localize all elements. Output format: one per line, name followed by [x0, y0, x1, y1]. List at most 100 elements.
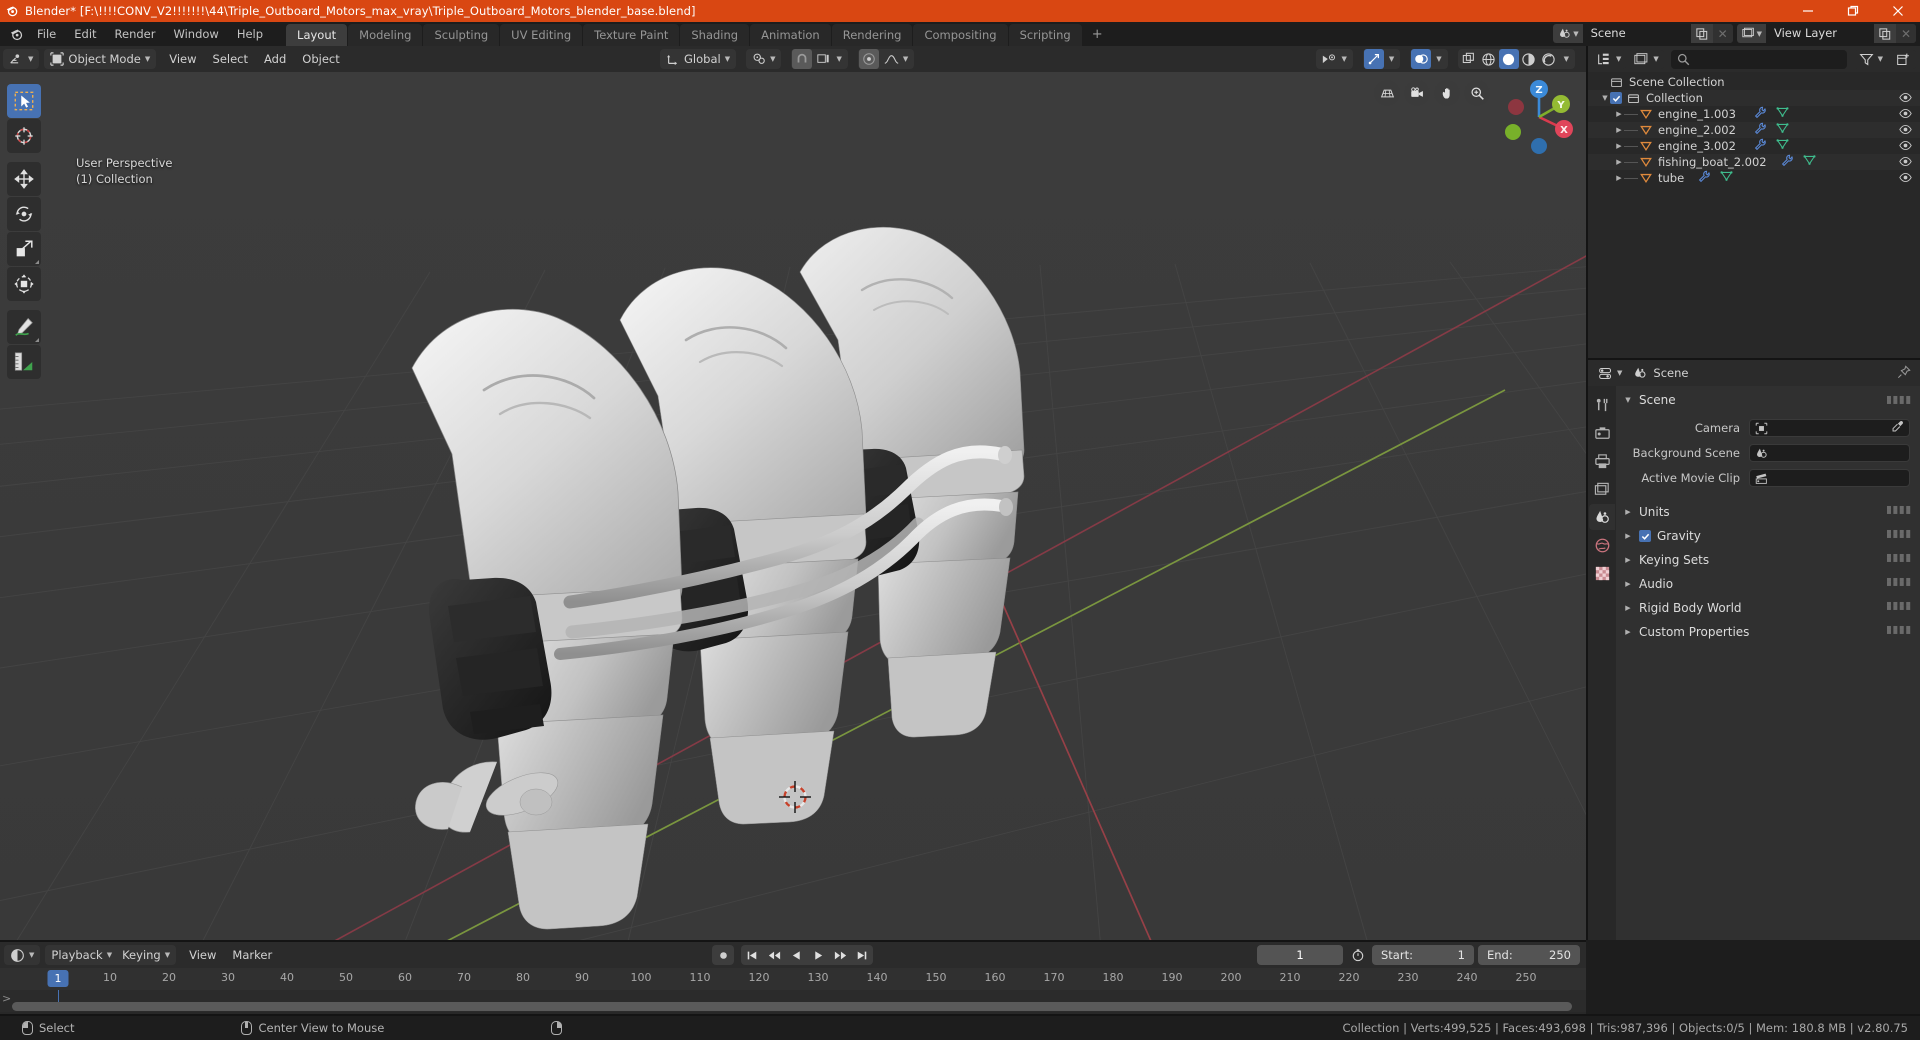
start-frame-field[interactable]: Start: 1	[1372, 945, 1474, 965]
panel-drag-dots[interactable]: ▪▪▪▪ ▪▪▪▪	[1886, 394, 1912, 406]
chevron-right-icon[interactable]: ▶	[1623, 628, 1633, 636]
play-reverse-button[interactable]	[785, 945, 807, 965]
collection-visibility-eye-icon[interactable]	[1899, 91, 1912, 107]
tab-modeling[interactable]: Modeling	[348, 24, 423, 46]
object-visibility-eye-icon[interactable]	[1899, 123, 1912, 139]
shading-dropdown[interactable]: ▼	[1559, 50, 1574, 69]
tool-tab[interactable]	[1589, 392, 1615, 418]
view-layer-tab[interactable]	[1589, 476, 1615, 502]
active-movie-clip-field[interactable]	[1749, 469, 1910, 487]
panel-drag-dots[interactable]: ▪▪▪▪ ▪▪▪▪	[1886, 528, 1912, 540]
timeline-editor-type-selector[interactable]: ▼	[4, 945, 41, 965]
object-visibility-eye-icon[interactable]	[1899, 107, 1912, 123]
chevron-right-icon[interactable]: ▶	[1623, 580, 1633, 588]
overlays-toggle-icon[interactable]	[1411, 49, 1432, 69]
modifier-wrench-icon[interactable]	[1781, 154, 1794, 170]
viewport-menu-view[interactable]: View	[161, 49, 204, 69]
minimize-button[interactable]	[1785, 0, 1830, 22]
timeline-menu-playback[interactable]: Playback ▼	[46, 946, 117, 965]
menu-help[interactable]: Help	[228, 24, 272, 44]
timeline-editor-type-icon[interactable]: ▼	[5, 946, 39, 965]
chevron-down-icon[interactable]: ▼	[1623, 396, 1633, 404]
timeline-menu-keying[interactable]: Keying ▼	[117, 946, 175, 965]
background-scene-field[interactable]	[1749, 444, 1910, 462]
add-workspace-button[interactable]: +	[1083, 24, 1112, 46]
tab-compositing[interactable]: Compositing	[913, 24, 1008, 46]
modifier-wrench-icon[interactable]	[1754, 106, 1767, 122]
new-view-layer-button[interactable]	[1874, 24, 1896, 43]
proportional-edit-icon[interactable]	[858, 49, 879, 69]
maximize-button[interactable]	[1830, 0, 1875, 22]
menu-edit[interactable]: Edit	[65, 24, 105, 44]
outliner-editor-type-icon[interactable]: ▼	[1592, 49, 1627, 69]
tab-animation[interactable]: Animation	[750, 24, 831, 46]
tab-rendering[interactable]: Rendering	[831, 24, 913, 46]
measure-tool[interactable]	[7, 345, 41, 379]
rendered-shading-icon[interactable]	[1539, 49, 1559, 69]
panel-drag-dots[interactable]: ▪▪▪▪ ▪▪▪▪	[1886, 552, 1912, 564]
jump-to-end-button[interactable]	[851, 945, 873, 965]
mesh-data-icon[interactable]	[1776, 138, 1789, 154]
use-preview-range-icon[interactable]	[1347, 945, 1369, 965]
tab-uv-editing[interactable]: UV Editing	[500, 24, 583, 46]
render-tab[interactable]	[1589, 420, 1615, 446]
modifier-wrench-icon[interactable]	[1754, 138, 1767, 154]
proportional-edit-group[interactable]: ▼	[857, 49, 915, 69]
chevron-right-icon[interactable]: ▶	[1623, 556, 1633, 564]
camera-view-icon[interactable]	[1404, 80, 1430, 106]
eyedropper-icon[interactable]	[1891, 420, 1904, 436]
tab-scripting[interactable]: Scripting	[1008, 24, 1082, 46]
material-preview-shading-icon[interactable]	[1519, 49, 1539, 69]
chevron-right-icon[interactable]: ▶	[1623, 604, 1633, 612]
outliner-row-collection[interactable]: ▼ Collection	[1588, 90, 1920, 106]
auto-keying-button[interactable]	[712, 945, 734, 965]
tab-shading[interactable]: Shading	[680, 24, 750, 46]
mesh-data-icon[interactable]	[1720, 170, 1733, 186]
shading-group[interactable]: ▼	[1457, 49, 1575, 69]
gizmo-dropdown[interactable]: ▼	[1384, 50, 1399, 69]
overlays-dropdown[interactable]: ▼	[1431, 50, 1446, 69]
menu-file[interactable]: File	[28, 24, 65, 44]
timeline-ruler[interactable]: 1 10 20 30 40 50 60 70 80 90 100 110 120…	[0, 968, 1586, 990]
outliner-row-engine-2[interactable]: ▶ engine_2.002	[1588, 122, 1920, 138]
expand-arrow[interactable]: ▶	[1614, 126, 1624, 134]
cursor-tool[interactable]	[7, 119, 41, 153]
tab-sculpting[interactable]: Sculpting	[423, 24, 500, 46]
rigid-body-world-panel-header[interactable]: ▶ Rigid Body World ▪▪▪▪ ▪▪▪▪	[1616, 596, 1920, 620]
outliner-row-engine-1[interactable]: ▶ engine_1.003	[1588, 106, 1920, 122]
scene-icon[interactable]: ▼	[1553, 24, 1583, 43]
jump-to-start-button[interactable]	[741, 945, 763, 965]
navigation-gizmo[interactable]: Z X Y	[1500, 78, 1578, 156]
horizontal-splitter-bottom[interactable]	[0, 940, 1586, 942]
wireframe-shading-icon[interactable]	[1479, 49, 1499, 69]
move-tool[interactable]	[7, 162, 41, 196]
editor-type-icon[interactable]: ▼	[4, 50, 38, 69]
snap-target-dropdown[interactable]: ▼	[812, 50, 846, 69]
snapping-group[interactable]: ▼	[746, 49, 782, 69]
outliner-row-engine-3[interactable]: ▶ engine_3.002	[1588, 138, 1920, 154]
toggle-camera-perspective-icon[interactable]	[1374, 80, 1400, 106]
overlays-group[interactable]: ▼	[1410, 49, 1448, 69]
timeline-expand-arrow[interactable]: >	[2, 992, 11, 1005]
gizmo-toggle-icon[interactable]	[1363, 49, 1384, 69]
solid-shading-icon[interactable]	[1498, 49, 1519, 69]
next-keyframe-button[interactable]	[829, 945, 851, 965]
transform-orientation-selector[interactable]: Global ▼	[660, 49, 737, 69]
playback-menu-group[interactable]: Playback ▼ Keying ▼	[45, 945, 177, 965]
playhead-frame-label[interactable]: 1	[47, 970, 69, 987]
mesh-data-icon[interactable]	[1776, 106, 1789, 122]
end-frame-field[interactable]: End: 250	[1478, 945, 1580, 965]
pivot-point-icon[interactable]: ▼	[747, 50, 780, 69]
collection-checkbox[interactable]	[1610, 92, 1622, 104]
units-panel-header[interactable]: ▶ Units ▪▪▪▪ ▪▪▪▪	[1616, 500, 1920, 524]
gravity-checkbox[interactable]	[1639, 530, 1651, 542]
world-tab[interactable]	[1589, 532, 1615, 558]
output-tab[interactable]	[1589, 448, 1615, 474]
outliner-new-collection-icon[interactable]	[1891, 49, 1916, 69]
outliner-row-scene-collection[interactable]: Scene Collection	[1588, 74, 1920, 90]
previous-keyframe-button[interactable]	[763, 945, 785, 965]
vertical-splitter[interactable]	[1586, 46, 1588, 940]
scene-tab[interactable]	[1589, 504, 1615, 530]
audio-panel-header[interactable]: ▶ Audio ▪▪▪▪ ▪▪▪▪	[1616, 572, 1920, 596]
viewport-menu-add[interactable]: Add	[256, 49, 294, 69]
